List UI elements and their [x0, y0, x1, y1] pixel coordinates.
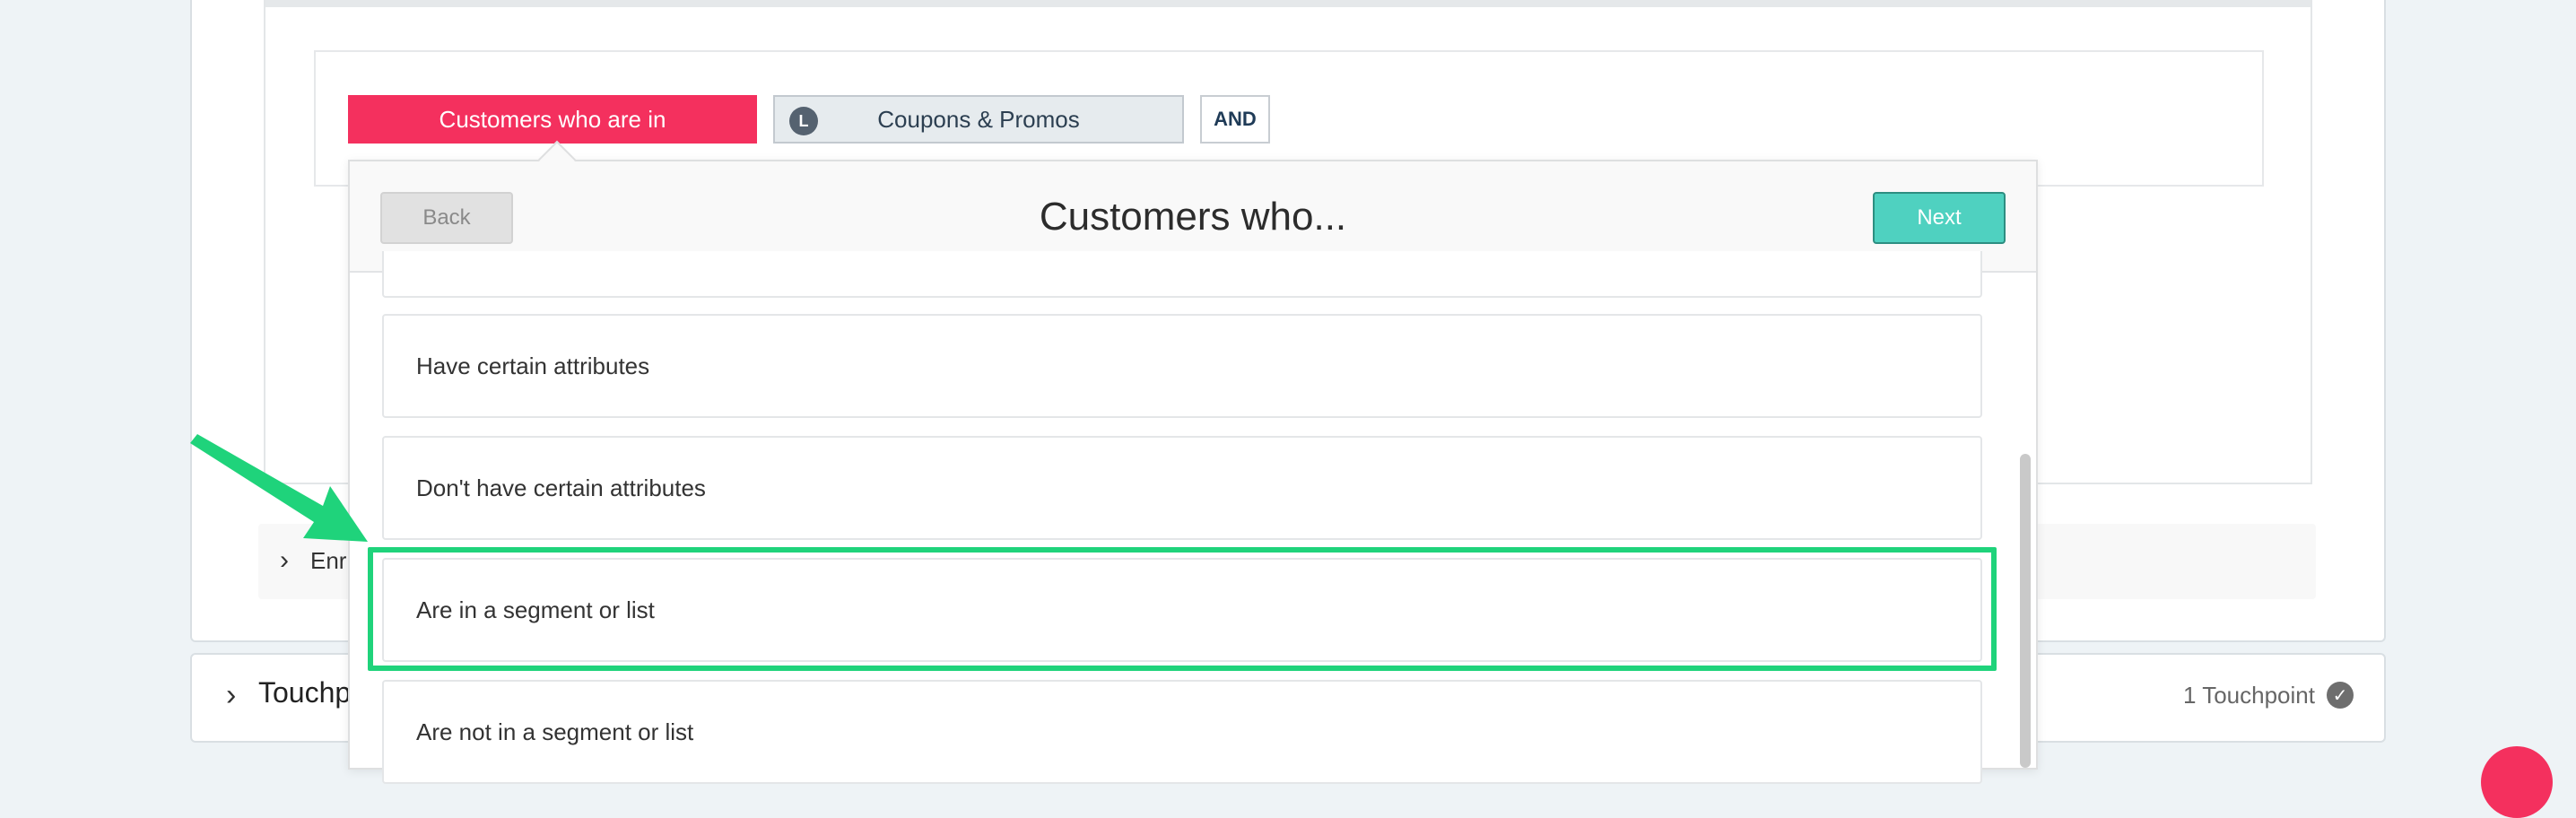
option-label: Don't have certain attributes	[416, 474, 706, 501]
builder-panel-topbar	[265, 0, 2311, 7]
list-badge-icon: L	[789, 107, 818, 135]
option-label: Are not in a segment or list	[416, 718, 694, 745]
highlight-box	[368, 547, 1997, 671]
pointer-arrow-icon	[190, 434, 368, 542]
dialog-scrollbar-thumb[interactable]	[2020, 454, 2031, 768]
touchpoint-count: 1 Touchpoint	[2183, 682, 2315, 709]
option-have-attributes[interactable]: Have certain attributes	[382, 314, 1982, 418]
option-dont-have-attributes[interactable]: Don't have certain attributes	[382, 436, 1982, 540]
option-label: Have certain attributes	[416, 352, 650, 379]
option-item-partial[interactable]	[382, 251, 1982, 298]
back-button[interactable]: Back	[380, 192, 513, 244]
next-button[interactable]: Next	[1873, 192, 2006, 244]
check-circle-icon: ✓	[2327, 682, 2354, 709]
option-not-in-segment-or-list[interactable]: Are not in a segment or list	[382, 680, 1982, 784]
touchpoints-section-label: Touchp	[258, 676, 352, 709]
and-button[interactable]: AND	[1200, 95, 1270, 144]
help-button[interactable]	[2481, 746, 2553, 818]
chevron-right-icon[interactable]: ›	[226, 678, 236, 713]
segment-chip[interactable]: L Coupons & Promos	[773, 95, 1184, 144]
segment-chip-label: Coupons & Promos	[877, 105, 1080, 133]
dialog-title: Customers who...	[1039, 195, 1347, 239]
audience-condition-chip[interactable]: Customers who are in	[348, 95, 757, 144]
